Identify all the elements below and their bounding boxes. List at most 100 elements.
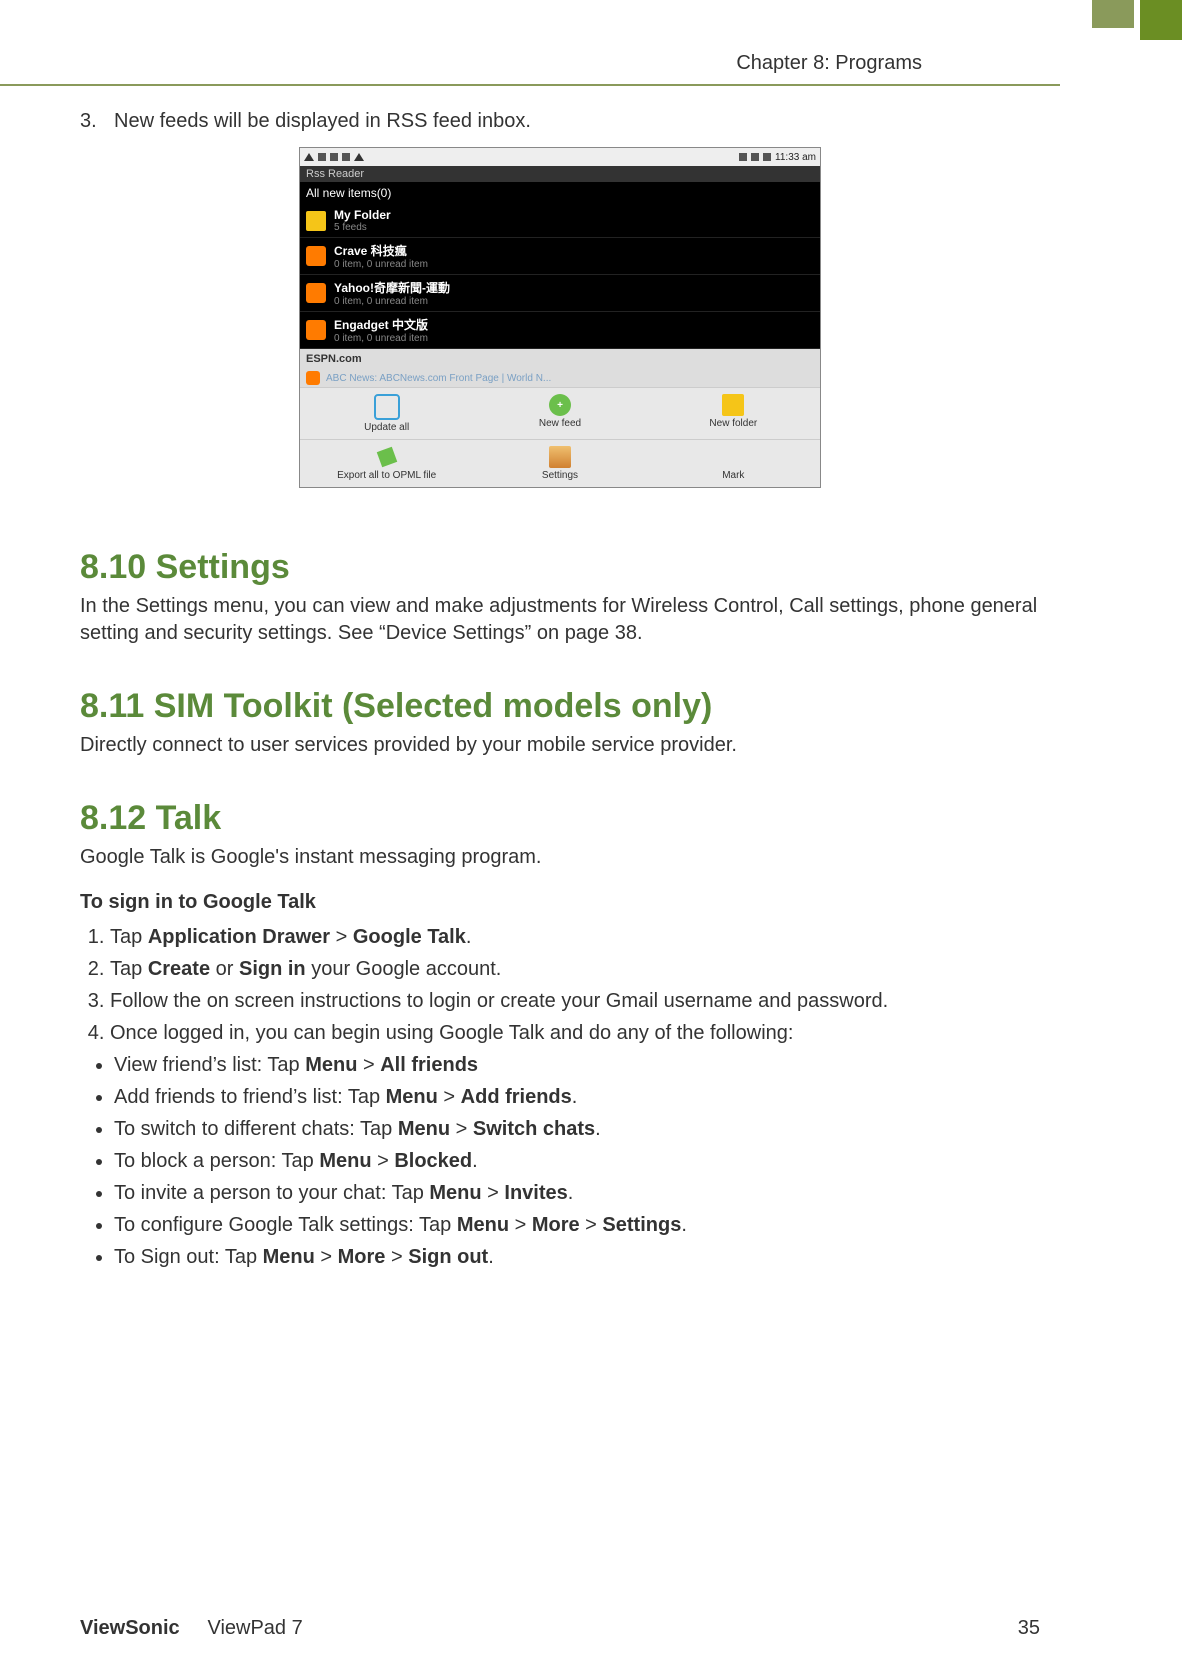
page-footer: ViewSonic ViewPad 7 35 — [80, 1617, 1040, 1640]
text: Menu — [386, 1086, 438, 1108]
header-rule — [0, 84, 1060, 86]
rss-icon — [306, 371, 320, 385]
text: . — [595, 1118, 601, 1140]
plus-icon: + — [549, 394, 571, 416]
feed-row: Yahoo!奇摩新聞-運動 0 item, 0 unread item — [300, 275, 820, 312]
feed-row: Engadget 中文版 0 item, 0 unread item — [300, 312, 820, 349]
signal-icon — [739, 153, 747, 161]
overlay-row: ABC News: ABCNews.com Front Page | World… — [300, 369, 820, 387]
text: Google Talk — [353, 926, 466, 948]
clock: 11:33 am — [775, 152, 816, 163]
text: Create — [148, 958, 210, 980]
text: Add friends to friend’s list: Tap — [114, 1086, 386, 1108]
page-number: 35 — [1018, 1617, 1040, 1640]
footer-product: ViewPad 7 — [207, 1617, 302, 1639]
status-icon — [330, 153, 338, 161]
text: Application Drawer — [148, 926, 330, 948]
text: . — [568, 1182, 574, 1204]
text: More — [532, 1214, 580, 1236]
feed-sub: 5 feeds — [334, 222, 391, 233]
step-3: 3. New feeds will be displayed in RSS fe… — [80, 110, 1040, 133]
text: View friend’s list: Tap — [114, 1054, 305, 1076]
list-item: Tap Create or Sign in your Google accoun… — [110, 954, 1040, 984]
text: Menu — [429, 1182, 481, 1204]
text: Add friends — [461, 1086, 572, 1108]
text: To block a person: Tap — [114, 1150, 319, 1172]
text: > — [450, 1118, 473, 1140]
list-item: Add friends to friend’s list: Tap Menu >… — [114, 1082, 1040, 1112]
text: Switch chats — [473, 1118, 595, 1140]
rss-icon — [306, 283, 326, 303]
feed-name: Crave 科技瘋 — [334, 242, 428, 259]
text: your Google account. — [306, 958, 502, 980]
feed-name: Engadget 中文版 — [334, 316, 428, 333]
text: Menu — [457, 1214, 509, 1236]
text: Menu — [319, 1150, 371, 1172]
section-8-12-body: Google Talk is Google's instant messagin… — [80, 844, 1040, 871]
mark-button: Mark — [647, 439, 820, 487]
text: . — [472, 1150, 478, 1172]
section-8-11-body: Directly connect to user services provid… — [80, 732, 1040, 759]
list-item: Follow the on screen instructions to log… — [110, 986, 1040, 1016]
feed-name: My Folder — [334, 208, 391, 222]
notification-icon — [354, 153, 364, 161]
text: To Sign out: Tap — [114, 1246, 263, 1268]
button-label: New folder — [709, 418, 757, 429]
status-icon — [318, 153, 326, 161]
new-folder-button: New folder — [647, 387, 820, 439]
text: Menu — [398, 1118, 450, 1140]
feed-row: Crave 科技瘋 0 item, 0 unread item — [300, 238, 820, 275]
list-item: To block a person: Tap Menu > Blocked. — [114, 1146, 1040, 1176]
decor-tab — [1092, 0, 1134, 28]
list-item: View friend’s list: Tap Menu > All frien… — [114, 1050, 1040, 1080]
list-item: Once logged in, you can begin using Goog… — [110, 1018, 1040, 1048]
rss-icon — [306, 246, 326, 266]
step-text: New feeds will be displayed in RSS feed … — [114, 110, 531, 133]
button-label: Update all — [364, 422, 409, 433]
feed-sub: 0 item, 0 unread item — [334, 296, 450, 307]
text: > — [438, 1086, 461, 1108]
feed-row: My Folder 5 feeds — [300, 204, 820, 238]
button-label: Export all to OPML file — [337, 470, 436, 481]
rss-screenshot: 11:33 am Rss Reader All new items(0) My … — [299, 147, 821, 488]
text: Tap — [110, 926, 148, 948]
feed-sub: 0 item, 0 unread item — [334, 259, 428, 270]
folder-icon — [722, 394, 744, 416]
text: More — [338, 1246, 386, 1268]
section-8-10-title: 8.10 Settings — [80, 548, 1040, 587]
text: Blocked — [394, 1150, 472, 1172]
wifi-icon — [751, 153, 759, 161]
list-item: To configure Google Talk settings: Tap M… — [114, 1210, 1040, 1240]
text: . — [572, 1086, 578, 1108]
notification-icon — [304, 153, 314, 161]
talk-bullets: View friend’s list: Tap Menu > All frien… — [84, 1050, 1040, 1272]
export-button: Export all to OPML file — [300, 439, 473, 487]
text: > — [372, 1150, 395, 1172]
all-new-items: All new items(0) — [300, 182, 820, 204]
folder-icon — [306, 211, 326, 231]
overlay-text: ABC News: ABCNews.com Front Page | World… — [326, 373, 551, 384]
text: . — [488, 1246, 494, 1268]
text: or — [210, 958, 239, 980]
text: Menu — [305, 1054, 357, 1076]
status-icon — [342, 153, 350, 161]
feed-sub: 0 item, 0 unread item — [334, 333, 428, 344]
section-8-12-title: 8.12 Talk — [80, 799, 1040, 838]
update-all-button: Update all — [300, 387, 473, 439]
text: > — [330, 926, 353, 948]
screenshot-toolbar: Update all + New feed New folder Export … — [300, 387, 820, 487]
text: Sign out — [408, 1246, 488, 1268]
list-item: To Sign out: Tap Menu > More > Sign out. — [114, 1242, 1040, 1272]
text: All friends — [380, 1054, 478, 1076]
text: > — [482, 1182, 505, 1204]
footer-brand: ViewSonic — [80, 1617, 180, 1639]
battery-icon — [763, 153, 771, 161]
refresh-icon — [374, 394, 400, 420]
text: > — [357, 1054, 380, 1076]
text: To switch to different chats: Tap — [114, 1118, 398, 1140]
list-item: To invite a person to your chat: Tap Men… — [114, 1178, 1040, 1208]
text: . — [466, 926, 472, 948]
button-label: Mark — [722, 470, 744, 481]
new-feed-button: + New feed — [473, 387, 646, 439]
settings-icon — [549, 446, 571, 468]
